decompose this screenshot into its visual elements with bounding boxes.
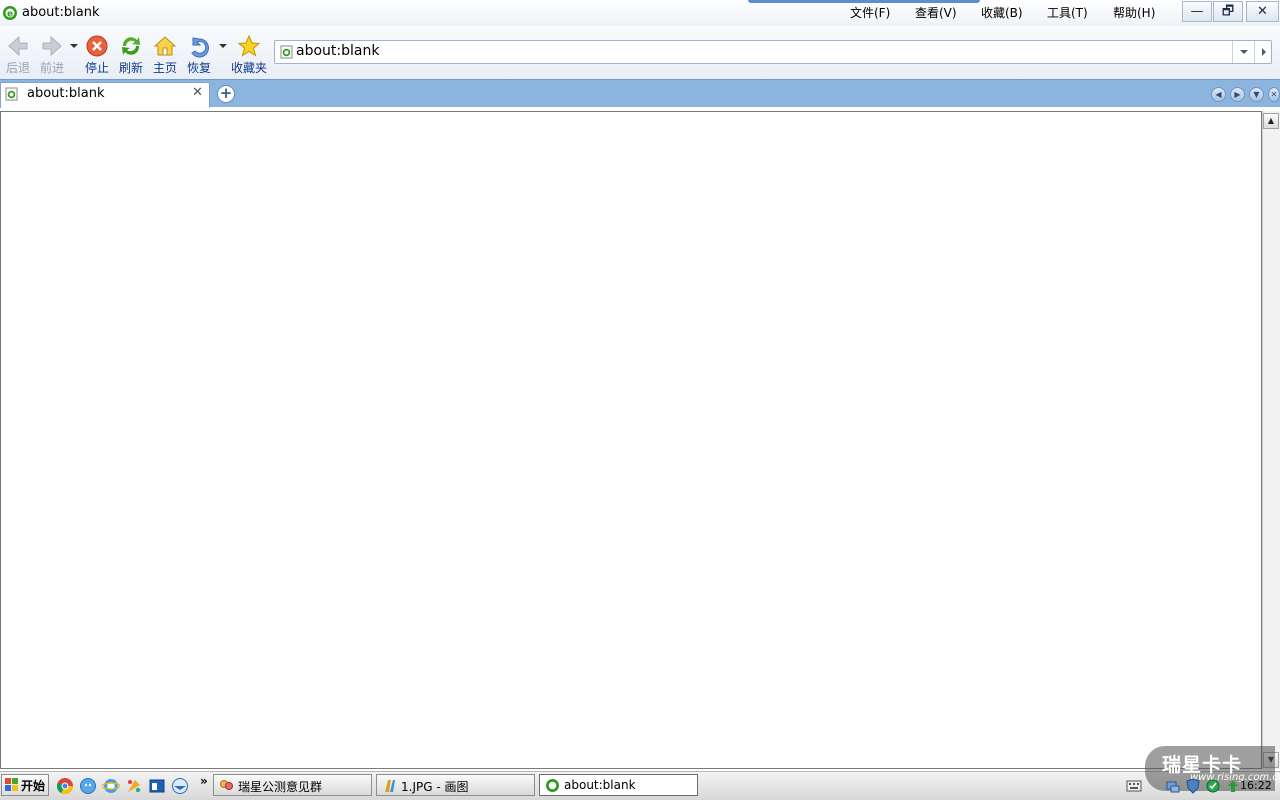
stop-button[interactable]: 停止 (82, 34, 112, 76)
tab-close-all-icon[interactable]: ✕ (1268, 87, 1280, 102)
title-bar (0, 0, 1280, 26)
home-icon (153, 36, 177, 56)
menu-view[interactable]: 查看(V) (915, 4, 957, 21)
restore-page-button[interactable]: 恢复 (184, 34, 214, 76)
tab-close-icon[interactable]: ✕ (192, 85, 203, 100)
home-button[interactable]: 主页 (150, 34, 180, 76)
new-tab-button[interactable]: + (217, 85, 235, 103)
page-icon (280, 45, 293, 59)
favorites-button[interactable]: 收藏夹 (228, 34, 270, 76)
refresh-label: 刷新 (118, 61, 143, 75)
tab-list-icon[interactable]: ▼ (1249, 87, 1264, 102)
forward-button[interactable]: 前进 (37, 34, 67, 76)
close-icon: ✕ (1257, 4, 1268, 19)
tab-scroll-left-icon[interactable]: ◀ (1211, 87, 1226, 102)
minimize-icon: — (1190, 4, 1204, 19)
task-label: 1.JPG - 画图 (401, 780, 469, 794)
menu-help[interactable]: 帮助(H) (1113, 4, 1155, 21)
address-dropdown-button[interactable] (1232, 41, 1254, 63)
chrome-icon[interactable] (56, 777, 74, 795)
keyboard-icon[interactable] (1126, 779, 1142, 793)
menu-file[interactable]: 文件(F) (850, 4, 890, 21)
paint-icon[interactable] (125, 777, 143, 795)
address-bar[interactable] (274, 40, 1272, 64)
antivirus-icon[interactable] (1205, 778, 1221, 794)
restore-dropdown-icon[interactable] (219, 44, 227, 48)
menu-tools[interactable]: 工具(T) (1047, 4, 1088, 21)
task-button-paint[interactable]: 1.JPG - 画图 (376, 774, 535, 796)
refresh-icon (122, 37, 140, 55)
vertical-scrollbar[interactable] (1262, 111, 1280, 769)
undo-icon (191, 37, 209, 58)
chevron-down-icon (1240, 50, 1248, 54)
restore-page-label: 恢复 (186, 61, 211, 75)
messenger-icon[interactable] (79, 777, 97, 795)
taskbar-clock: 16:22 (1240, 779, 1272, 792)
network-icon[interactable] (1165, 778, 1181, 794)
back-button[interactable]: 后退 (3, 34, 33, 76)
window-title: about:blank (22, 5, 100, 20)
back-label: 后退 (5, 61, 30, 75)
stop-label: 停止 (84, 61, 109, 75)
scroll-up-icon[interactable]: ▲ (1263, 113, 1279, 129)
page-content[interactable] (0, 111, 1262, 769)
window-manager-icon[interactable] (148, 777, 166, 795)
back-arrow-icon (8, 35, 28, 57)
star-icon (237, 34, 261, 57)
refresh-button[interactable]: 刷新 (116, 34, 146, 76)
task-button-group-chat[interactable]: 瑞星公测意见群 (213, 774, 372, 796)
close-window-button[interactable]: ✕ (1246, 1, 1279, 22)
windows-flag-icon (5, 778, 18, 791)
title-accent (748, 0, 980, 3)
chevron-right-icon (1262, 48, 1266, 56)
forward-arrow-icon (42, 35, 62, 57)
home-label: 主页 (152, 61, 177, 75)
forward-label: 前进 (39, 61, 64, 75)
browser-logo-icon: e (3, 6, 17, 20)
stop-icon (86, 35, 108, 57)
ie-icon[interactable] (102, 777, 120, 795)
address-input[interactable]: about:blank (296, 43, 379, 59)
update-icon[interactable] (1225, 778, 1241, 794)
paint-brush-icon (385, 780, 395, 792)
go-button[interactable] (1254, 41, 1272, 63)
quicklaunch-more-icon[interactable]: » (200, 774, 208, 788)
start-label: 开始 (21, 779, 46, 793)
minimize-button[interactable]: — (1182, 1, 1212, 22)
restore-window-button[interactable]: 🗗 (1213, 1, 1243, 22)
svg-text:e: e (7, 10, 13, 20)
group-chat-icon (220, 780, 233, 790)
security-shield-icon[interactable] (1185, 778, 1201, 794)
outlook-icon[interactable] (171, 777, 189, 795)
tab-label: about:blank (27, 86, 105, 101)
restore-icon: 🗗 (1221, 4, 1235, 19)
favorites-label: 收藏夹 (230, 61, 267, 75)
page-icon (5, 87, 18, 101)
browser-logo-icon (546, 779, 559, 792)
task-label: 瑞星公测意见群 (238, 780, 323, 794)
tab-scroll-right-icon[interactable]: ▶ (1230, 87, 1245, 102)
task-label: about:blank (564, 778, 636, 792)
menu-favorites[interactable]: 收藏(B) (981, 4, 1023, 21)
forward-dropdown-icon[interactable] (70, 44, 78, 48)
task-button-browser[interactable]: about:blank (539, 774, 698, 796)
